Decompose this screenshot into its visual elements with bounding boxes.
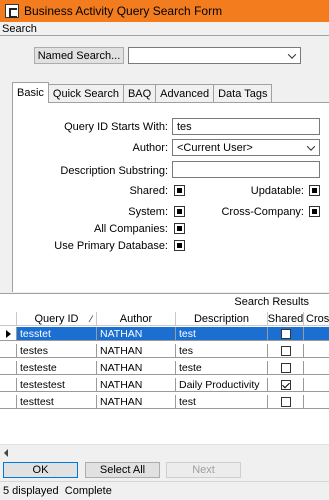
table-row[interactable]: testestest NATHAN Daily Productivity — [0, 378, 329, 392]
tab-strip: Basic Quick Search BAQ Advanced Data Tag… — [12, 82, 273, 103]
row-header[interactable] — [0, 378, 17, 392]
search-group-label: Search — [2, 23, 37, 35]
shared-checkbox[interactable] — [280, 379, 291, 390]
named-search-button[interactable]: Named Search... — [34, 47, 124, 64]
ok-button[interactable]: OK — [3, 462, 78, 478]
cell-description[interactable]: tes — [176, 344, 268, 358]
cell-query-id[interactable]: testeste — [17, 361, 97, 375]
system-label: System: — [128, 206, 168, 218]
horizontal-scrollbar[interactable] — [0, 444, 329, 458]
column-header-author[interactable]: Author — [97, 312, 176, 326]
shared-checkbox[interactable] — [174, 185, 185, 196]
cell-cross[interactable] — [304, 395, 329, 409]
shared-label: Shared: — [129, 185, 168, 197]
query-id-input[interactable]: tes — [172, 118, 320, 135]
cell-cross[interactable] — [304, 378, 329, 392]
table-row[interactable]: testtest NATHAN test — [0, 395, 329, 409]
next-button[interactable]: Next — [166, 462, 241, 478]
tab-quick-search[interactable]: Quick Search — [47, 84, 124, 102]
primary-database-label: Use Primary Database: — [54, 240, 168, 252]
named-search-combo[interactable] — [128, 47, 301, 64]
shared-checkbox[interactable] — [280, 345, 291, 356]
cell-shared[interactable] — [268, 327, 304, 341]
cell-query-id[interactable]: testes — [17, 344, 97, 358]
cell-shared[interactable] — [268, 361, 304, 375]
column-header-shared[interactable]: Shared — [268, 312, 304, 326]
cell-author[interactable]: NATHAN — [97, 395, 176, 409]
description-label: Description Substring: — [60, 165, 168, 177]
shared-checkbox[interactable] — [280, 362, 291, 373]
primary-database-checkbox[interactable] — [174, 240, 185, 251]
all-companies-checkbox[interactable] — [174, 223, 185, 234]
tab-data-tags[interactable]: Data Tags — [213, 84, 273, 102]
cross-company-label: Cross-Company: — [221, 206, 304, 218]
cell-description[interactable]: test — [176, 327, 268, 341]
cell-author[interactable]: NATHAN — [97, 378, 176, 392]
cell-query-id[interactable]: testtest — [17, 395, 97, 409]
row-header[interactable] — [0, 395, 17, 409]
chevron-down-icon[interactable] — [283, 48, 300, 63]
column-header-cross[interactable]: Cross — [304, 312, 329, 326]
table-row[interactable]: testes NATHAN tes — [0, 344, 329, 358]
chevron-down-icon[interactable] — [302, 140, 319, 155]
cell-query-id[interactable]: tesstet — [17, 327, 97, 341]
chevron-left-icon[interactable] — [4, 449, 8, 457]
query-id-label: Query ID Starts With: — [64, 121, 168, 133]
shared-checkbox[interactable] — [280, 396, 291, 407]
column-header-description[interactable]: Description — [176, 312, 268, 326]
row-header[interactable] — [0, 344, 17, 358]
table-row[interactable]: testeste NATHAN teste — [0, 361, 329, 375]
cross-company-checkbox[interactable] — [309, 206, 320, 217]
system-checkbox[interactable] — [174, 206, 185, 217]
cell-author[interactable]: NATHAN — [97, 361, 176, 375]
app-logo-icon — [5, 4, 19, 18]
status-bar: 5 displayed Complete — [0, 481, 329, 500]
select-all-button[interactable]: Select All — [85, 462, 160, 478]
cell-shared[interactable] — [268, 378, 304, 392]
tab-baq[interactable]: BAQ — [122, 84, 157, 102]
cell-cross[interactable] — [304, 361, 329, 375]
author-label: Author: — [132, 142, 168, 154]
tab-advanced[interactable]: Advanced — [155, 84, 215, 102]
updatable-checkbox[interactable] — [309, 185, 320, 196]
cell-description[interactable]: Daily Productivity — [176, 378, 268, 392]
grid-corner — [0, 312, 17, 326]
title-bar: Business Activity Query Search Form — [0, 0, 329, 22]
cell-shared[interactable] — [268, 344, 304, 358]
window-title: Business Activity Query Search Form — [24, 4, 223, 18]
all-companies-label: All Companies: — [94, 223, 168, 235]
description-input[interactable] — [172, 161, 320, 178]
cell-description[interactable]: teste — [176, 361, 268, 375]
tab-basic[interactable]: Basic — [12, 82, 49, 103]
cell-shared[interactable] — [268, 395, 304, 409]
updatable-label: Updatable: — [250, 185, 304, 197]
sort-indicator-icon: ⁄ — [90, 313, 92, 324]
search-results-caption: Search Results — [234, 296, 309, 308]
table-row[interactable]: tesstet NATHAN test — [0, 327, 329, 341]
row-pointer-icon — [0, 327, 17, 341]
shared-checkbox[interactable] — [280, 328, 291, 339]
author-combo[interactable]: <Current User> — [172, 139, 320, 156]
author-value: <Current User> — [177, 141, 253, 154]
cell-author[interactable]: NATHAN — [97, 344, 176, 358]
cell-author[interactable]: NATHAN — [97, 327, 176, 341]
row-header[interactable] — [0, 361, 17, 375]
cell-description[interactable]: test — [176, 395, 268, 409]
column-header-query-id[interactable]: Query ID ⁄ — [17, 312, 97, 326]
cell-query-id[interactable]: testestest — [17, 378, 97, 392]
cell-cross[interactable] — [304, 344, 329, 358]
status-text: 5 displayed Complete — [3, 485, 112, 497]
cell-cross[interactable] — [304, 327, 329, 341]
